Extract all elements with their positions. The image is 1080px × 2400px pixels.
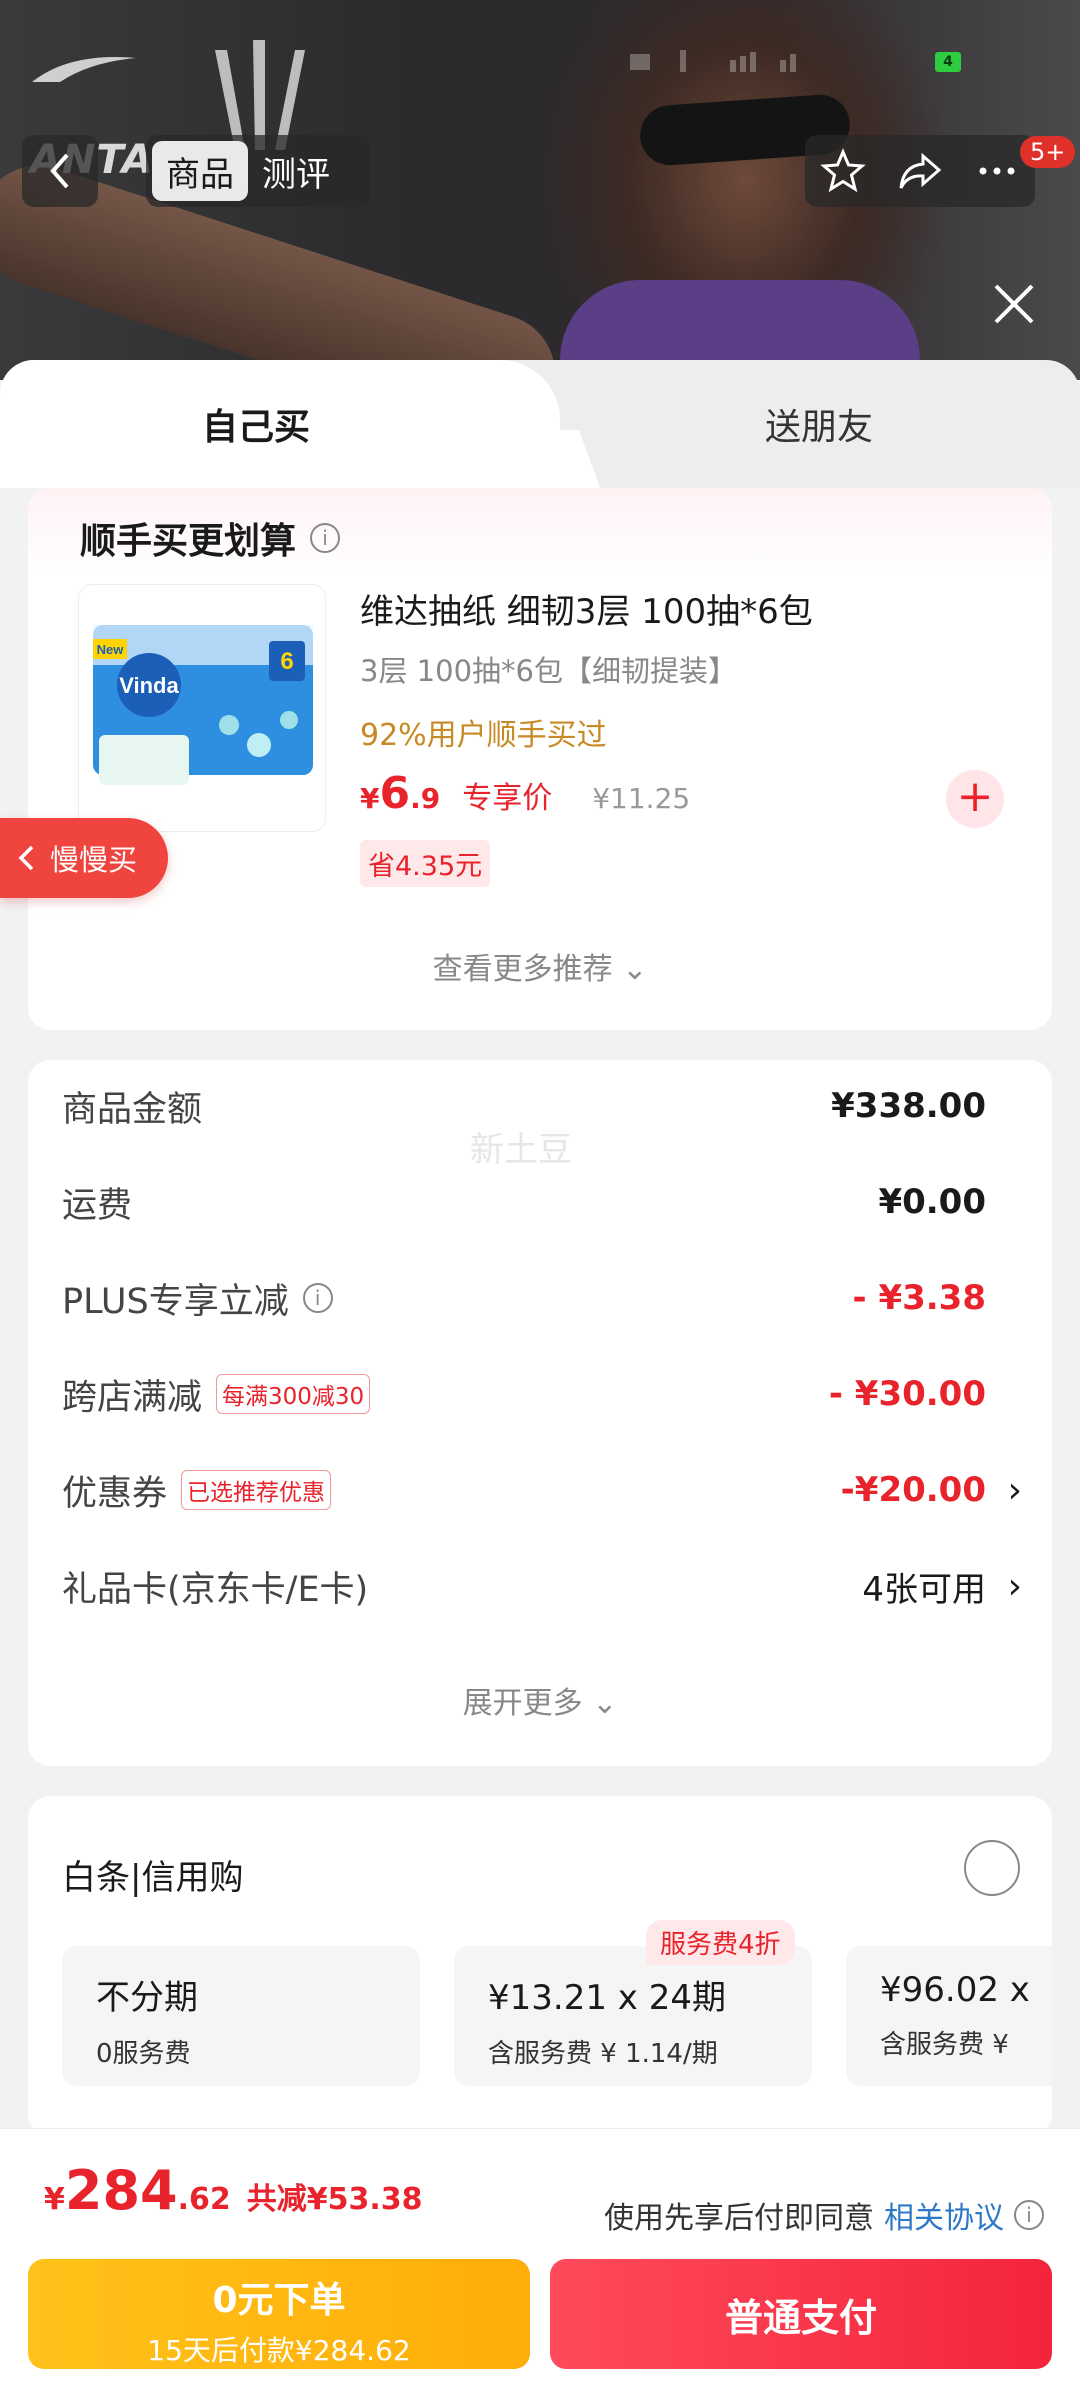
svg-text:New: New: [97, 642, 125, 657]
anta-swoosh-icon: [32, 57, 136, 82]
credit-payment-card: 白条|信用购 不分期 0服务费 ¥13.21 x 24期 含服务费 ¥ 1.14…: [28, 1796, 1052, 2136]
summary-row-coupon[interactable]: 优惠券 已选推荐优惠 -¥20.00 ›: [62, 1460, 1052, 1520]
share-icon[interactable]: [897, 148, 943, 194]
status-bar-icons: [630, 50, 796, 72]
back-button[interactable]: [22, 135, 98, 207]
product-hero-image: ANTA 4 商品 测评 5+: [0, 0, 1080, 380]
product-name[interactable]: 维达抽纸 细韧3层 100抽*6包: [360, 584, 813, 633]
tab-product[interactable]: 商品: [152, 141, 248, 201]
chevron-right-icon: ›: [1007, 1565, 1022, 1607]
total-decimal: .62: [177, 2182, 231, 2217]
row-label: 优惠券: [62, 1473, 168, 1514]
summary-row-plus-discount: PLUS专享立减 i - ¥3.38: [62, 1268, 1052, 1328]
zero-down-label: 0元下单: [212, 2280, 346, 2321]
summary-row-goods-amount: 商品金额 ¥338.00: [62, 1076, 1052, 1136]
pay-later-label: 15天后付款¥284.62: [147, 2334, 411, 2367]
product-price: ¥6.9 专享价 ¥11.25: [360, 768, 690, 819]
addon-card: 顺手买更划算 i Vinda 6 New 维达抽纸 细韧3层 100抽*6包 3…: [28, 488, 1052, 1030]
tab-buy-self[interactable]: 自己买: [202, 398, 310, 450]
row-label: 运费: [62, 1185, 133, 1226]
agreement-text: 使用先享后付即同意 相关协议 i: [604, 2193, 1044, 2237]
normal-pay-button[interactable]: 普通支付: [550, 2259, 1052, 2369]
bought-ratio: 92%用户顺手买过: [360, 718, 607, 753]
info-icon[interactable]: i: [310, 523, 341, 553]
header-tabs: 商品 测评: [146, 135, 370, 207]
checkout-bar: ¥ 284 .62 共减¥53.38 使用先享后付即同意 相关协议 i 0元下单 …: [0, 2128, 1080, 2400]
plan-main: ¥96.02 x: [880, 1970, 1030, 2010]
row-label: 礼品卡(京东卡/E卡): [62, 1569, 369, 1610]
addon-title-text: 顺手买更划算: [80, 521, 297, 562]
plan-option[interactable]: 不分期 0服务费: [62, 1946, 420, 2086]
message-badge: 5+: [1020, 136, 1076, 168]
star-icon[interactable]: [820, 148, 867, 194]
plan-sub: 含服务费 ¥: [880, 2030, 1009, 2060]
close-icon[interactable]: [990, 280, 1038, 328]
product-image[interactable]: Vinda 6 New: [78, 584, 326, 832]
plan-option[interactable]: ¥13.21 x 24期 含服务费 ¥ 1.14/期: [454, 1946, 812, 2086]
info-icon[interactable]: i: [1014, 2200, 1044, 2230]
chevron-left-icon: [50, 153, 69, 189]
installment-plans: 不分期 0服务费 ¥13.21 x 24期 含服务费 ¥ 1.14/期 ¥96.…: [62, 1946, 1052, 2096]
summary-row-cross-store: 跨店满减 每满300减30 - ¥30.00: [62, 1364, 1052, 1424]
row-value: ¥338.00: [831, 1086, 986, 1126]
promo-tag: 每满300减30: [216, 1374, 371, 1414]
svg-text:Vinda: Vinda: [119, 673, 179, 698]
service-fee-tag: 服务费4折: [646, 1920, 795, 1965]
price-integer: 6: [379, 768, 411, 819]
row-value: ¥0.00: [878, 1182, 986, 1222]
total-discount: 共减¥53.38: [246, 2182, 423, 2217]
plan-main: ¥13.21 x 24期: [488, 1978, 726, 2018]
exclusive-price-label: 专享价: [462, 781, 553, 816]
original-price: ¥11.25: [592, 782, 691, 815]
zero-down-order-button[interactable]: 0元下单 15天后付款¥284.62: [28, 2259, 530, 2369]
slow-buy-button[interactable]: 慢慢买: [0, 818, 168, 898]
plan-option[interactable]: ¥96.02 x 含服务费 ¥: [846, 1946, 1052, 2086]
battery-icon: 4: [935, 52, 961, 72]
price-decimal: .9: [410, 782, 441, 815]
purchase-mode-tabs: 自己买 送朋友: [0, 360, 1080, 490]
add-to-cart-button[interactable]: +: [946, 770, 1004, 828]
price-summary-card: 新土豆 商品金额 ¥338.00 运费 ¥0.00 PLUS专享立减 i - ¥…: [28, 1060, 1052, 1766]
credit-title: 白条|信用购: [62, 1858, 244, 1898]
row-label: 跨店满减: [62, 1377, 203, 1418]
row-label: PLUS专享立减: [62, 1281, 289, 1322]
row-label-wrap: 跨店满减 每满300减30: [62, 1369, 371, 1420]
price-symbol: ¥: [360, 782, 380, 815]
tab-send-friend[interactable]: 送朋友: [765, 398, 873, 450]
promo-tag: 已选推荐优惠: [181, 1470, 332, 1510]
save-badge: 省4.35元: [360, 840, 491, 887]
row-value: 4张可用: [862, 1569, 986, 1610]
chevron-right-icon: ›: [1007, 1469, 1022, 1511]
tissue-box-image: Vinda 6 New: [93, 625, 313, 785]
header-actions: [805, 135, 1035, 207]
svg-text:6: 6: [280, 648, 293, 675]
row-label-wrap: PLUS专享立减 i: [62, 1273, 333, 1324]
credit-radio[interactable]: [964, 1840, 1020, 1896]
plan-sub: 0服务费: [96, 2039, 191, 2069]
total-symbol: ¥: [44, 2182, 65, 2217]
chevron-left-icon: [18, 845, 34, 871]
row-label-wrap: 优惠券 已选推荐优惠: [62, 1465, 332, 1516]
plan-main: 不分期: [96, 1978, 198, 2018]
row-label: 商品金额: [62, 1089, 203, 1130]
product-spec: 3层 100抽*6包【细韧提装】: [360, 654, 737, 688]
more-recommendations-link[interactable]: 查看更多推荐 ⌄: [28, 944, 1052, 988]
total-price: ¥ 284 .62 共减¥53.38: [44, 2159, 423, 2222]
addon-title: 顺手买更划算 i: [80, 512, 341, 564]
row-value: - ¥30.00: [828, 1374, 986, 1414]
info-icon[interactable]: i: [302, 1283, 333, 1313]
row-value: -¥20.00: [840, 1470, 986, 1510]
agreement-label: 使用先享后付即同意: [604, 2201, 874, 2236]
summary-row-gift-card[interactable]: 礼品卡(京东卡/E卡) 4张可用 ›: [62, 1556, 1052, 1616]
row-value: - ¥3.38: [852, 1278, 987, 1318]
summary-row-shipping: 运费 ¥0.00: [62, 1172, 1052, 1232]
slow-buy-label: 慢慢买: [50, 843, 138, 877]
more-icon[interactable]: [974, 148, 1020, 194]
agreement-link[interactable]: 相关协议: [884, 2193, 1004, 2237]
total-integer: 284: [64, 2159, 178, 2222]
tab-review[interactable]: 测评: [248, 141, 344, 201]
plan-sub: 含服务费 ¥ 1.14/期: [488, 2039, 718, 2069]
expand-more-link[interactable]: 展开更多 ⌄: [28, 1678, 1052, 1722]
